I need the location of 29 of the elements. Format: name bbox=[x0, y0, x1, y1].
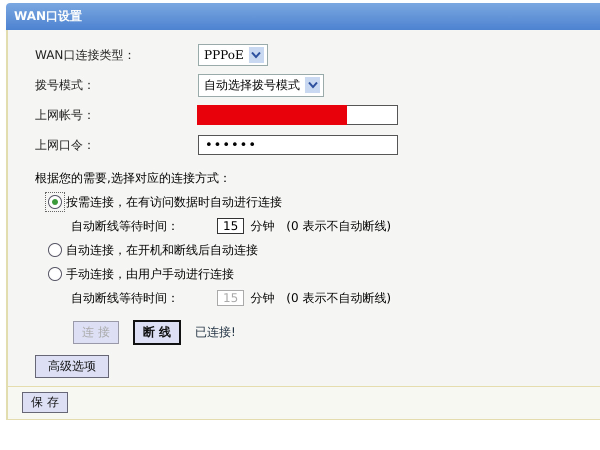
field-label: 自动断线等待时间： bbox=[71, 218, 180, 234]
save-button[interactable]: 保 存 bbox=[22, 392, 68, 413]
field-label: 自动断线等待时间： bbox=[71, 290, 180, 306]
input-field[interactable] bbox=[198, 105, 398, 125]
dropdown[interactable]: PPPoE bbox=[198, 44, 268, 66]
radio-button[interactable] bbox=[48, 243, 62, 257]
advanced-button[interactable]: 高级选项 bbox=[35, 355, 109, 378]
option-label: 自动连接，在开机和断线后自动连接 bbox=[66, 242, 258, 258]
field-label: 上网帐号： bbox=[35, 106, 96, 124]
radio-button[interactable] bbox=[48, 267, 62, 281]
prompt-text: 根据您的需要,选择对应的连接方式： bbox=[35, 170, 232, 186]
action-button[interactable]: 断 线 bbox=[132, 320, 182, 345]
hint-text: (0 表示不自动断线) bbox=[286, 290, 392, 306]
option-label: 手动连接，由用户手动进行连接 bbox=[66, 266, 234, 282]
radio-button[interactable] bbox=[48, 195, 62, 209]
status-text: 已连接! bbox=[195, 324, 236, 341]
field-label: 拨号模式： bbox=[35, 76, 96, 94]
caret-icon bbox=[305, 77, 320, 93]
field-label: WAN口连接类型： bbox=[35, 46, 136, 64]
option-label: 按需连接，在有访问数据时自动进行连接 bbox=[66, 194, 282, 210]
unit-label: 分钟 bbox=[250, 218, 274, 234]
window-title: WAN口设置 bbox=[14, 8, 82, 25]
password-field[interactable]: •••••• bbox=[198, 135, 398, 155]
dropdown[interactable]: 自动选择拨号模式 bbox=[198, 74, 324, 96]
field-label: 上网口令： bbox=[35, 136, 96, 154]
input-field[interactable]: 15 bbox=[217, 218, 244, 234]
caret-icon bbox=[248, 47, 264, 63]
unit-label: 分钟 bbox=[250, 290, 274, 306]
hint-text: (0 表示不自动断线) bbox=[286, 218, 392, 234]
